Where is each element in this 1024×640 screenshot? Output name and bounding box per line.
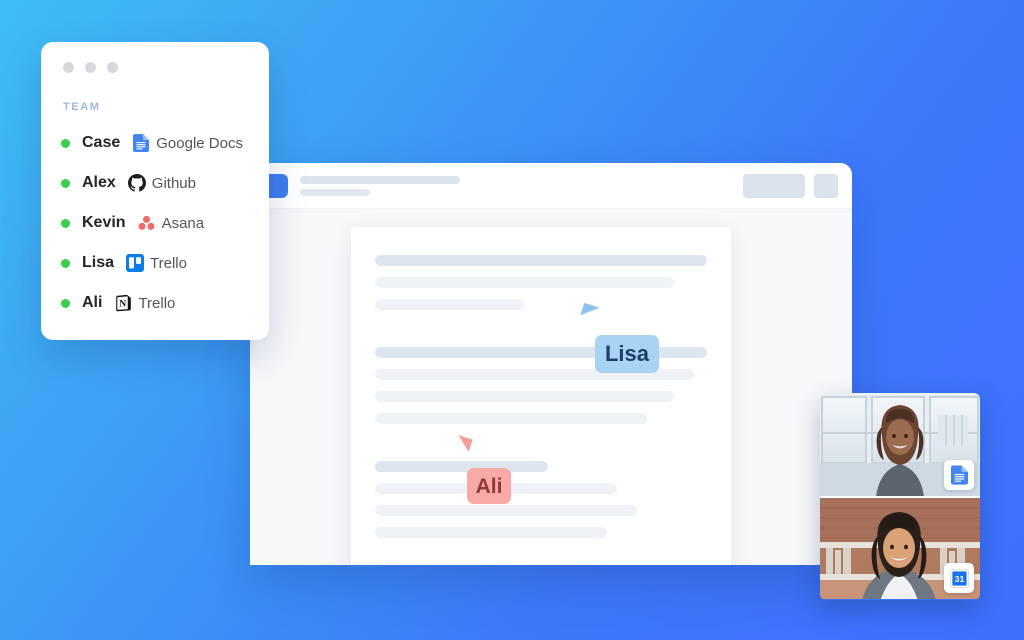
trello-icon [126,254,145,272]
google-docs-icon [944,460,974,490]
google-docs-icon [132,134,150,152]
close-window-icon[interactable] [63,62,74,73]
online-status-icon [61,258,70,268]
window-traffic-lights [63,62,249,73]
video-tile-participant-2[interactable]: 31 [820,496,980,599]
team-member-name: Alex [82,174,116,191]
team-member-row-alex[interactable]: Alex Github [61,163,249,203]
header-action-primary-button[interactable] [743,173,805,198]
team-member-name: Kevin [82,214,126,231]
document-text-line [375,391,674,402]
maximize-window-icon[interactable] [107,62,118,73]
team-member-app: Google Docs [156,134,243,152]
app-header-actions [743,173,838,198]
collaborator-label-lisa: Lisa [595,335,659,373]
team-member-app: Trello [150,254,187,272]
header-action-icon-button[interactable] [814,173,838,198]
illustration-canvas: Lisa Ali TEAM Case Google Docs Alex Gith… [0,0,1024,640]
calendar-day-number: 31 [954,574,964,584]
team-section-label: TEAM [63,101,101,113]
online-status-icon [61,298,70,308]
team-member-name: Lisa [82,254,115,271]
team-panel: TEAM Case Google Docs Alex Github Kevin … [41,42,269,340]
video-tile-participant-1[interactable] [820,393,980,496]
team-member-row-ali[interactable]: Ali N Trello [61,283,249,323]
google-calendar-icon: 31 [944,563,974,593]
app-header-titles [300,175,743,196]
team-member-row-lisa[interactable]: Lisa Trello [61,243,249,283]
minimize-window-icon[interactable] [85,62,96,73]
app-window [250,163,852,565]
document-text-line [375,505,638,516]
app-window-header [250,163,852,209]
online-status-icon [61,138,70,148]
document-text-line [375,527,608,538]
team-member-app: Asana [161,214,205,232]
document-text-line [375,413,648,424]
header-title-placeholder [300,175,460,184]
collaborator-label-ali: Ali [467,468,511,504]
document-text-line [375,299,525,310]
svg-text:N: N [120,298,127,309]
document-paragraph [375,461,707,538]
document-paragraph [375,255,707,310]
online-status-icon [61,218,70,228]
asana-icon [138,214,156,232]
header-subtitle-placeholder [300,188,370,196]
team-member-name: Case [82,134,121,151]
team-member-app: Github [151,174,196,192]
team-member-app: Trello [138,294,176,312]
github-icon [127,174,146,192]
document-text-line [375,461,548,472]
online-status-icon [61,178,70,188]
document-page[interactable] [351,227,731,565]
team-member-row-case[interactable]: Case Google Docs [61,123,249,163]
document-text-line [375,277,674,288]
team-member-row-kevin[interactable]: Kevin Asana [61,203,249,243]
video-call-panel: 31 [820,393,980,600]
team-member-name: Ali [82,294,103,311]
notion-icon: N [114,294,132,312]
document-text-line [375,255,707,266]
